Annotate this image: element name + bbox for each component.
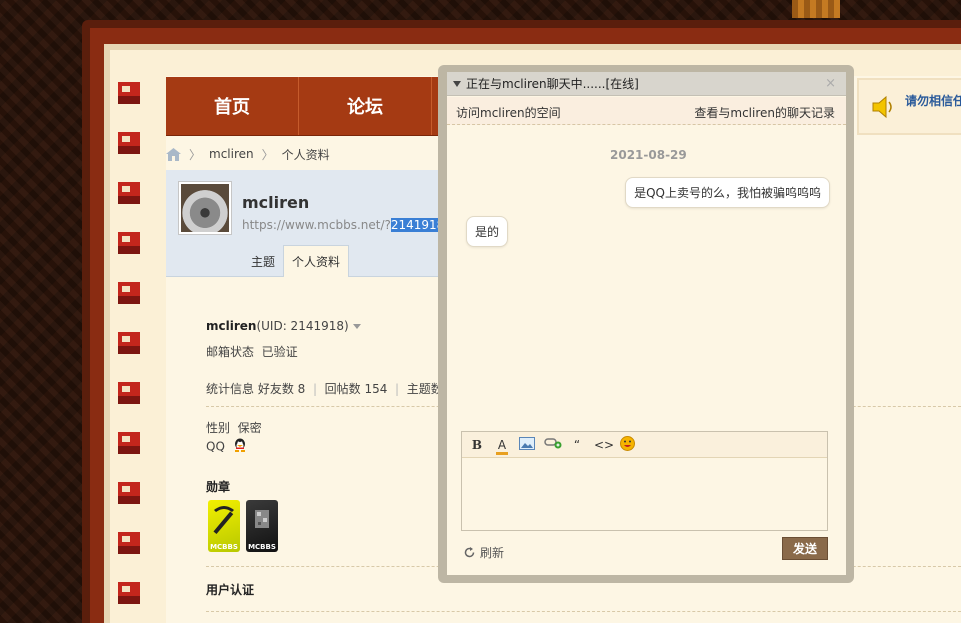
nav-item-home[interactable]: 首页 [166,77,299,135]
home-icon[interactable] [166,147,181,161]
detail-username: mcliren [206,319,257,333]
chevron-down-icon[interactable] [352,324,361,329]
stats-label: 统计信息 [206,382,255,396]
tab-profile[interactable]: 个人资料 [283,245,350,277]
qq-penguin-icon[interactable] [233,438,247,456]
chat-titlebar[interactable]: 正在与mcliren聊天中......[在线] × [447,72,846,96]
medal-label: MCBBS [210,543,238,551]
image-icon[interactable] [519,436,535,453]
tab-threads[interactable]: 主题 [243,245,283,277]
profile-username: mcliren [242,193,310,212]
user-name-line: mcliren(UID: 2141918) [206,319,361,333]
font-color-button[interactable]: A [494,437,510,455]
speaker-icon [870,95,896,122]
qq-line: QQ [206,438,247,456]
detail-uid: (UID: 2141918) [256,319,349,333]
friends-count[interactable]: 好友数 8 [258,382,305,396]
gender-label: 性别 [206,421,231,435]
nav-item-forum[interactable]: 论坛 [299,77,432,135]
medals-label: 勋章 [206,478,230,495]
chat-history-link[interactable]: 查看与mcliren的聊天记录 [694,104,835,121]
chat-date: 2021-08-29 [610,148,687,162]
ore-icon [255,510,269,528]
profile-tabs: 主题 个人资料 [243,245,350,277]
quote-button[interactable]: “ [569,438,585,452]
chat-message-received: 是的 [466,216,509,247]
pickaxe-icon [213,506,234,535]
divider [206,611,961,612]
refresh-icon [464,547,475,558]
medal-pickaxe[interactable]: MCBBS [208,500,240,552]
email-label: 邮箱状态 [206,345,255,359]
email-value: 已验证 [261,345,298,359]
avatar[interactable] [179,182,231,234]
chat-editor: B A “ <> [461,431,828,531]
profile-url: https://www.mcbbs.net/?2141918 [242,218,445,232]
visit-space-link[interactable]: 访问mcliren的空间 [456,104,561,121]
profile-url-uid: 2141918 [390,218,445,232]
breadcrumb-separator: 〉 [261,147,274,162]
medals-heading: 勋章 [206,480,231,494]
auth-heading: 用户认证 [206,583,255,597]
replies-count[interactable]: 回帖数 154 [325,382,388,396]
gender-value: 保密 [237,421,262,435]
spiral-binding [118,76,140,623]
top-nav: 首页 论坛 [166,77,456,136]
bold-button[interactable]: B [469,438,485,452]
gender-line: 性别 保密 [206,419,262,436]
color-swatch [496,451,508,455]
announcement-text[interactable]: 请勿相信任 [905,92,961,109]
email-status: 邮箱状态 已验证 [206,343,298,360]
chat-message-sent: 是QQ上卖号的么，我怕被骗呜呜呜 [625,177,830,208]
breadcrumb-user[interactable]: mcliren [209,147,254,161]
refresh-button[interactable]: 刷新 [463,544,504,561]
chat-title: 正在与mcliren聊天中......[在线] [466,77,639,91]
stats-line: 统计信息 好友数 8 | 回帖数 154 | 主题数 [206,382,443,396]
editor-toolbar: B A “ <> [462,432,827,458]
qq-label: QQ [206,439,225,454]
close-icon[interactable]: × [825,76,836,91]
profile-url-prefix: https://www.mcbbs.net/? [242,218,391,232]
medal-label: MCBBS [248,543,276,551]
background-block [792,0,840,18]
code-button[interactable]: <> [594,438,614,452]
breadcrumb-page: 个人资料 [281,147,330,162]
link-icon[interactable] [544,437,562,452]
smiley-icon[interactable] [619,435,635,454]
auth-label: 用户认证 [206,581,254,598]
send-button[interactable]: 发送 [782,537,828,560]
medal-ore[interactable]: MCBBS [246,500,278,552]
breadcrumb: 〉 mcliren 〉 个人资料 [166,146,330,162]
refresh-label: 刷新 [480,546,505,560]
collapse-icon[interactable] [453,80,461,87]
breadcrumb-separator: 〉 [189,147,202,162]
font-color-label: A [497,437,507,452]
